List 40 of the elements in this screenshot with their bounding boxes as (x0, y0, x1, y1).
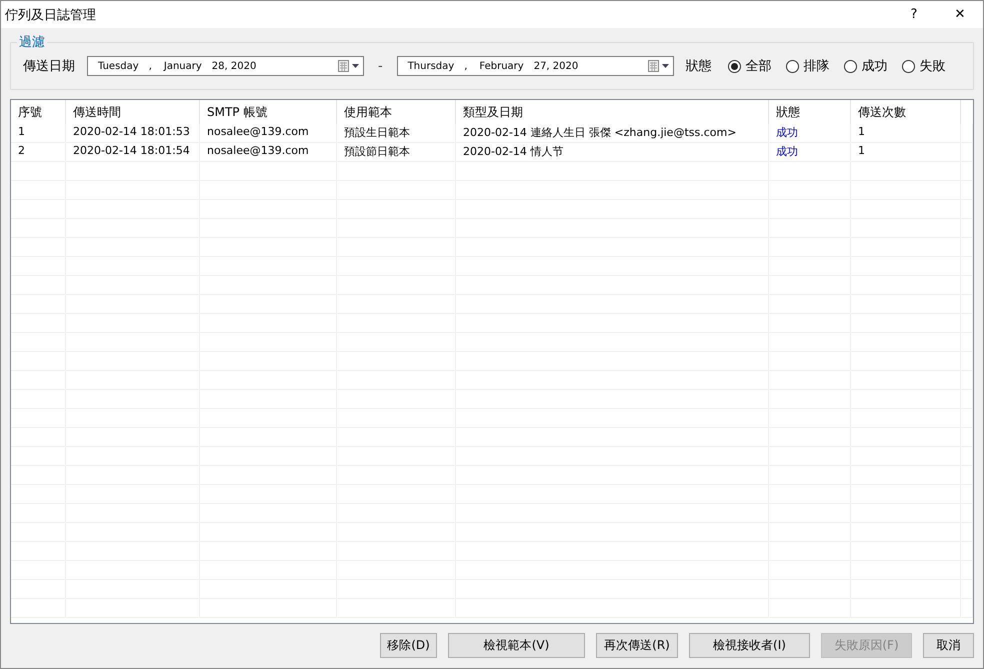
column-header[interactable]: 序號 (11, 100, 66, 124)
close-button[interactable]: ✕ (937, 1, 983, 28)
date-picker[interactable]: Thursday , February 27, 2020 (396, 56, 674, 76)
table-cell: 2 (11, 143, 66, 161)
range-dash: - (378, 58, 383, 74)
table-cell: 2020-02-14 18:01:54 (66, 143, 200, 161)
table-cell: 1 (11, 124, 66, 142)
calendar-icon[interactable] (648, 60, 670, 72)
dialog-button[interactable]: 再次傳送(R) (596, 633, 678, 658)
status-radio[interactable]: 失敗 (902, 57, 946, 75)
table-cell: 2020-02-14 情人节 (456, 143, 769, 161)
help-button[interactable]: ? (891, 1, 937, 28)
dialog-button[interactable]: 取消 (923, 633, 974, 658)
table-cell: nosalee@139.com (200, 124, 337, 142)
date-label: 傳送日期 (23, 58, 75, 75)
date-picker[interactable]: Tuesday , January 28, 2020 (87, 56, 364, 76)
column-header[interactable]: 狀態 (769, 100, 851, 124)
dialog-button[interactable]: 移除(D) (380, 633, 437, 658)
status-radio[interactable]: 成功 (844, 57, 888, 75)
dialog-button[interactable]: 檢視接收者(I) (689, 633, 810, 658)
table-cell: 2020-02-14 18:01:53 (66, 124, 200, 142)
table-cell: 預設節日範本 (337, 143, 456, 161)
table-cell: 成功 (769, 143, 851, 161)
calendar-icon[interactable] (338, 60, 360, 72)
status-label: 狀態 (686, 58, 712, 75)
column-header[interactable]: 傳送時間 (66, 100, 200, 124)
status-radio[interactable]: 排隊 (786, 57, 830, 75)
table-cell: 預設生日範本 (337, 124, 456, 142)
table-cell: 1 (851, 143, 961, 161)
dialog-button[interactable]: 檢視範本(V) (448, 633, 585, 658)
column-header[interactable]: 使用範本 (337, 100, 456, 124)
column-header[interactable]: 類型及日期 (456, 100, 769, 124)
table-cell: 成功 (769, 124, 851, 142)
table-cell: nosalee@139.com (200, 143, 337, 161)
window-title: 佇列及日誌管理 (5, 6, 97, 24)
column-header[interactable]: SMTP 帳號 (200, 100, 337, 124)
table-cell: 2020-02-14 連絡人生日 張傑 <zhang.jie@tss.com> (456, 124, 769, 142)
table-cell: 1 (851, 124, 961, 142)
column-header[interactable]: 傳送次數 (851, 100, 961, 124)
status-radio[interactable]: 全部 (728, 57, 772, 75)
